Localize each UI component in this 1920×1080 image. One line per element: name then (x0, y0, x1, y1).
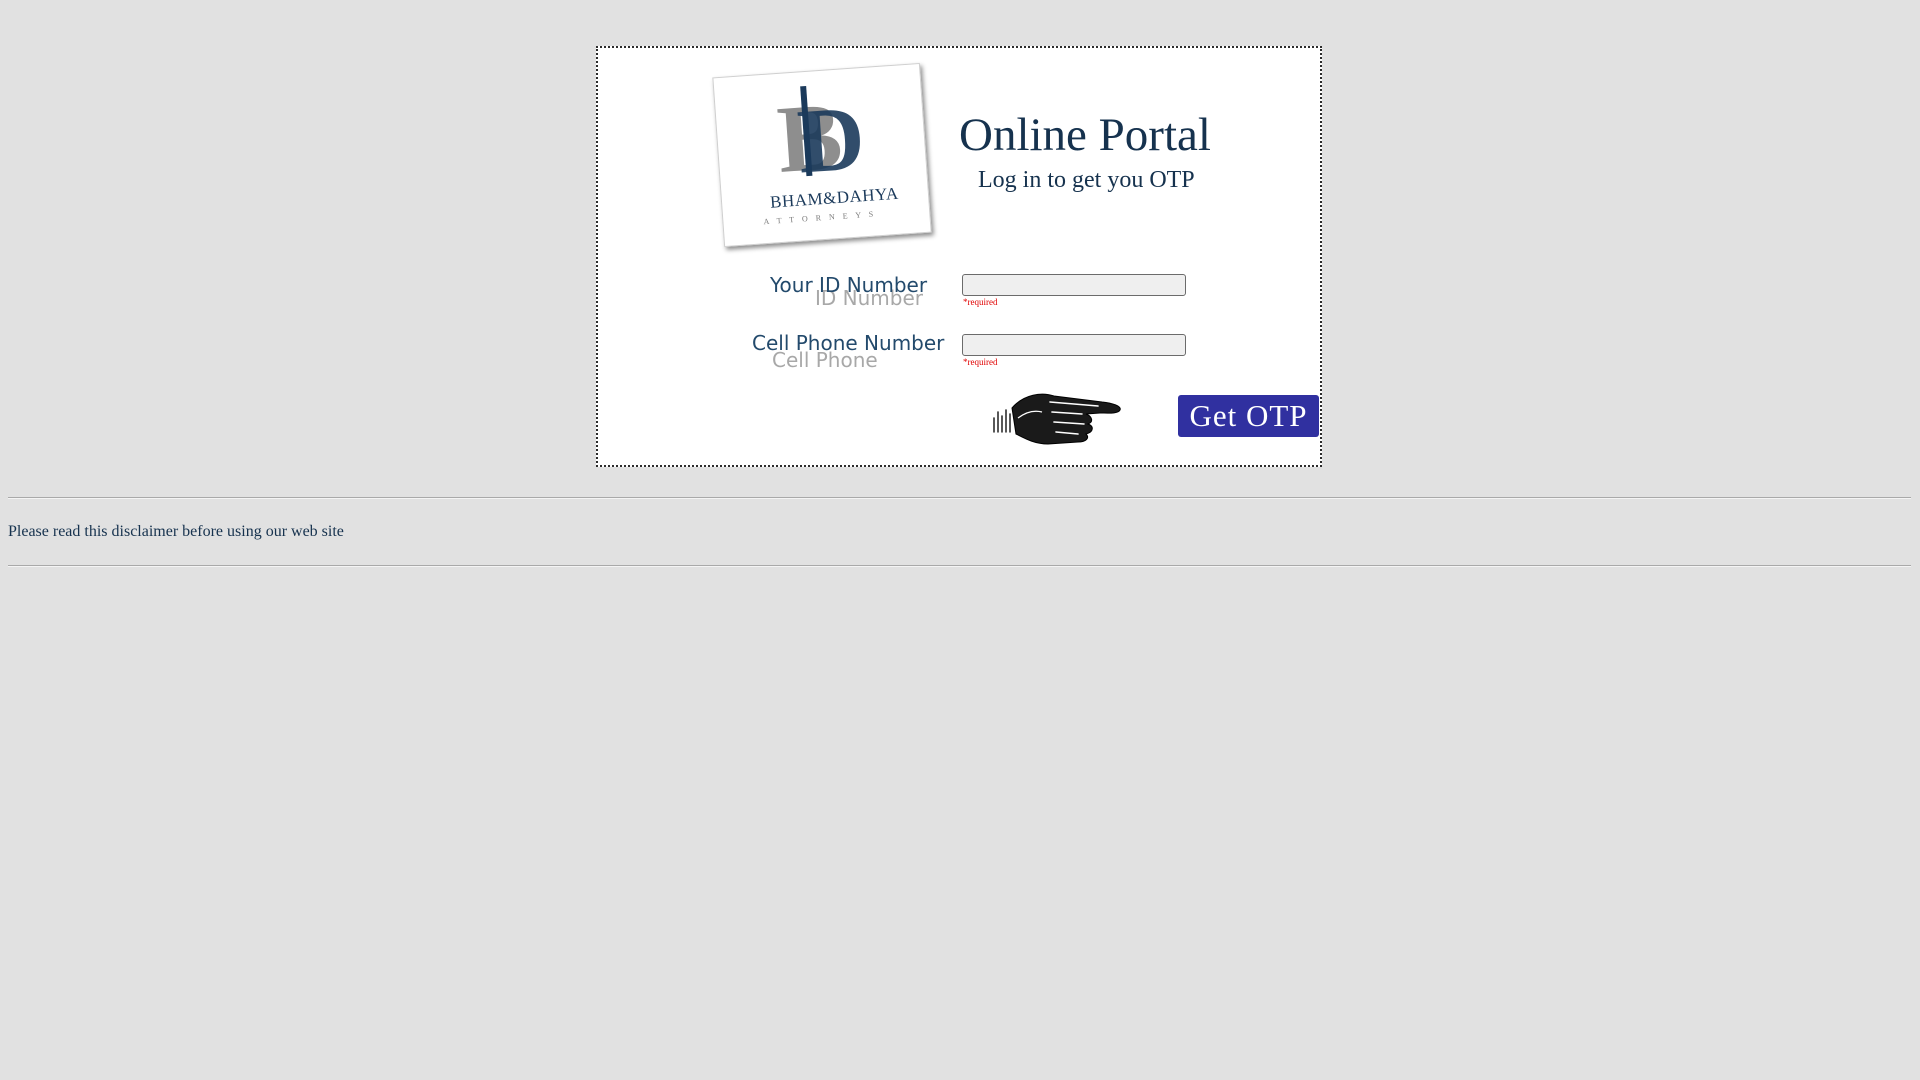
cell-phone-required-note: *required (963, 357, 998, 367)
page-title: Online Portal (959, 109, 1211, 161)
id-number-required-note: *required (963, 297, 998, 307)
disclaimer-link[interactable]: Please read this disclaimer before using… (8, 524, 344, 540)
cell-phone-input[interactable] (962, 334, 1186, 356)
login-panel: B D BHAM&DAHYA A T T O R N E Y S Online … (596, 46, 1322, 467)
law-firm-logo: B D BHAM&DAHYA A T T O R N E Y S (712, 62, 932, 248)
bottom-divider (8, 565, 1911, 567)
hand-shape (1011, 393, 1121, 445)
id-number-label: Your ID Number (770, 273, 928, 297)
page-subtitle: Log in to get you OTP (978, 167, 1195, 193)
top-divider (8, 497, 1911, 499)
get-otp-button[interactable]: Get OTP (1178, 395, 1319, 437)
id-number-input[interactable] (962, 274, 1186, 296)
pointing-hand-icon (993, 393, 1121, 445)
cell-phone-label: Cell Phone Number (752, 331, 945, 355)
